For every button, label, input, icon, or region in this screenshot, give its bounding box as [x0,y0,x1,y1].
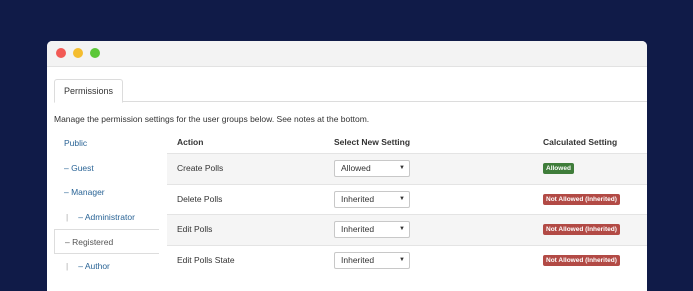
action-name: Delete Polls [177,193,223,204]
calculated-setting-badge: Not Allowed (Inherited) [543,254,620,266]
dropdown-arrow-icon: ▼ [399,226,405,232]
select-column-header: Select New Setting [334,137,411,147]
group-label: – Manager [64,187,105,197]
select-value: Inherited [341,224,375,234]
setting-select[interactable]: Inherited ▼ [334,251,410,269]
permissions-table: Action Select New Setting Calculated Set… [167,131,647,275]
group-label: Public [64,138,88,148]
action-column-header: Action [177,137,204,147]
calculated-column-header: Calculated Setting [543,137,618,147]
group-administrator[interactable]: | – Administrator [54,205,159,229]
tree-pipe: | [66,260,69,271]
group-label: – Administrator [78,211,135,222]
group-label: – Guest [64,162,94,173]
group-manager[interactable]: – Manager [54,180,159,205]
group-guest[interactable]: – Guest [54,156,159,180]
user-group-list: Public – Guest – Manager | – Administrato… [54,131,159,278]
dropdown-arrow-icon: ▼ [399,256,405,263]
select-value: Inherited [341,254,375,265]
table-header-row: Action Select New Setting Calculated Set… [167,131,647,153]
group-label: – Author [78,260,110,271]
close-window-button[interactable] [56,48,66,58]
tab-permissions[interactable]: Permissions [54,79,124,103]
setting-select[interactable]: Allowed ▼ [334,160,410,177]
window-titlebar [47,41,647,67]
dropdown-arrow-icon: ▼ [399,195,405,202]
table-row: Create Polls Allowed ▼ Allowed [167,153,647,184]
group-author[interactable]: | – Author [54,254,159,278]
select-value: Allowed [341,163,371,173]
table-row: Edit Polls Inherited ▼ Not Allowed (Inher… [167,214,647,245]
setting-select[interactable]: Inherited ▼ [334,190,410,208]
permissions-description: Manage the permission settings for the u… [54,114,370,124]
maximize-window-button[interactable] [90,48,100,58]
action-name: Edit Polls State [177,254,235,265]
group-label: – Registered [65,237,114,247]
dropdown-arrow-icon: ▼ [399,165,405,171]
group-public[interactable]: Public [54,131,159,156]
tree-pipe: | [66,211,69,222]
minimize-window-button[interactable] [73,48,83,58]
setting-select[interactable]: Inherited ▼ [334,221,410,238]
action-name: Create Polls [177,163,224,173]
group-registered[interactable]: – Registered [54,229,159,254]
calculated-setting-badge: Not Allowed (Inherited) [543,193,620,205]
calculated-setting-badge: Not Allowed (Inherited) [543,224,620,235]
select-value: Inherited [341,193,375,204]
action-name: Edit Polls [177,224,213,234]
calculated-setting-badge: Allowed [543,163,574,174]
table-row: Delete Polls Inherited ▼ Not Allowed (Inh… [167,183,647,215]
tab-bar: Permissions [54,79,647,103]
table-row: Edit Polls State Inherited ▼ Not Allowed … [167,244,647,276]
browser-window: Permissions Manage the permission settin… [47,41,647,291]
